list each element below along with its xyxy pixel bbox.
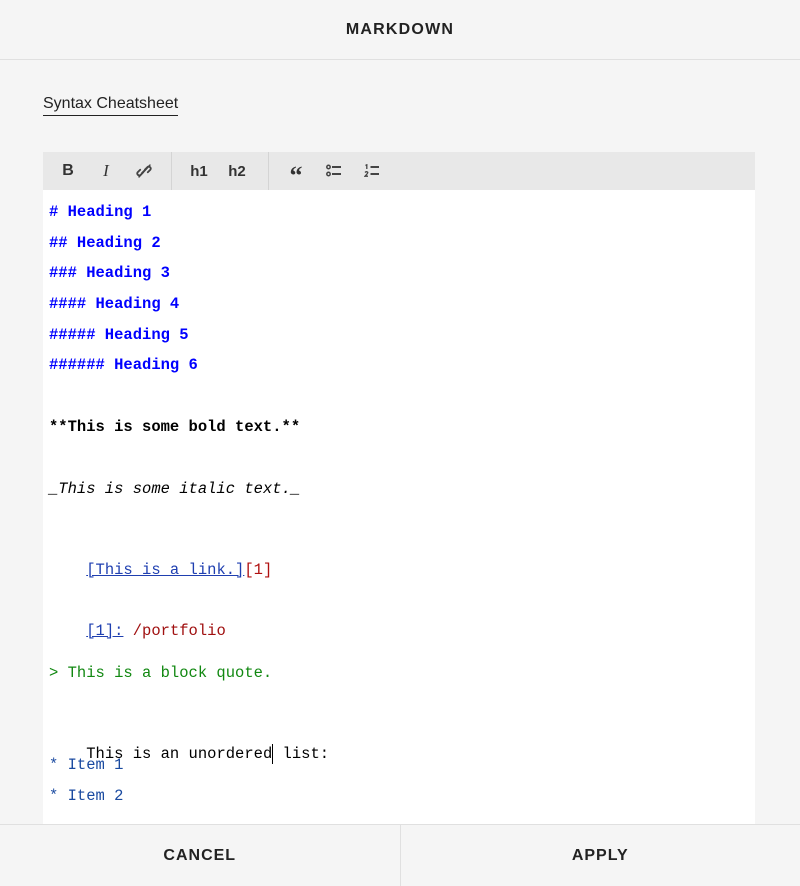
toolbar-separator — [171, 152, 172, 190]
editor-line-reference: [1]: /portfolio — [49, 601, 226, 621]
quote-button[interactable]: “ — [277, 147, 315, 195]
editor-line-item-2: * Item 2 — [49, 786, 123, 806]
list-intro-text-b: list: — [273, 745, 329, 763]
editor-line-bold: **This is some bold text.** — [49, 417, 300, 437]
toolbar-separator — [268, 152, 269, 190]
link-text: [This is a link.] — [86, 561, 244, 579]
reference-url: /portfolio — [123, 622, 225, 640]
editor-line-heading-3: ### Heading 3 — [49, 263, 170, 283]
link-icon — [136, 163, 152, 179]
editor-toolbar: B I h1 h2 “ — [43, 152, 755, 190]
editor-line-quote: > This is a block quote. — [49, 663, 272, 683]
dialog-header: MARKDOWN — [0, 0, 800, 60]
editor-line-list-intro: This is an unordered list: — [49, 724, 329, 744]
unordered-list-icon — [326, 164, 342, 178]
bold-button[interactable]: B — [49, 152, 87, 190]
dialog-title: MARKDOWN — [346, 21, 454, 39]
apply-button[interactable]: APPLY — [401, 825, 800, 886]
ordered-list-icon — [364, 164, 380, 178]
link-button[interactable] — [125, 152, 163, 190]
markdown-editor[interactable]: # Heading 1 ## Heading 2 ### Heading 3 #… — [43, 190, 755, 824]
ordered-list-button[interactable] — [353, 152, 391, 190]
h2-button[interactable]: h2 — [218, 152, 256, 190]
editor-line-heading-5: ##### Heading 5 — [49, 325, 189, 345]
unordered-list-button[interactable] — [315, 152, 353, 190]
italic-button[interactable]: I — [87, 152, 125, 190]
editor-line-heading-6: ###### Heading 6 — [49, 355, 198, 375]
syntax-cheatsheet-link[interactable]: Syntax Cheatsheet — [43, 95, 178, 116]
cancel-button[interactable]: CANCEL — [0, 825, 400, 886]
editor-line-link: [This is a link.][1] — [49, 540, 272, 560]
editor-line-heading-4: #### Heading 4 — [49, 294, 179, 314]
editor-line-item-1: * Item 1 — [49, 755, 123, 775]
reference-label: [1]: — [86, 622, 123, 640]
editor-line-heading-2: ## Heading 2 — [49, 233, 161, 253]
h1-button[interactable]: h1 — [180, 152, 218, 190]
dialog-footer: CANCEL APPLY — [0, 824, 800, 886]
link-reference: [1] — [244, 561, 272, 579]
editor-line-italic: _This is some italic text._ — [49, 479, 300, 499]
editor-line-heading-1: # Heading 1 — [49, 202, 151, 222]
